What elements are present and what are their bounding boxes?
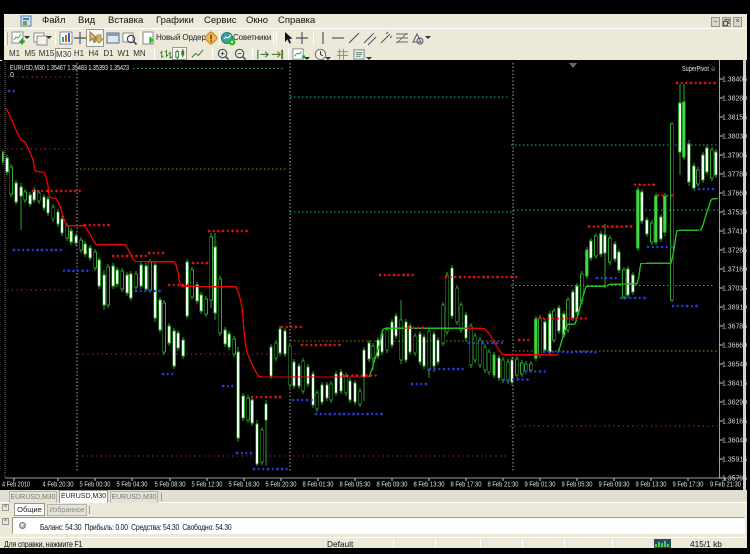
svg-text:1.37160: 1.37160: [722, 265, 747, 274]
svg-text:1.36660: 1.36660: [722, 341, 747, 350]
svg-text:4 Feb 20:30: 4 Feb 20:30: [43, 482, 74, 489]
svg-text:4 Feb 2010: 4 Feb 2010: [2, 482, 30, 489]
svg-text:1.37905: 1.37905: [722, 151, 747, 160]
svg-text:1.35915: 1.35915: [722, 455, 747, 464]
svg-text:9 Feb 01:30: 9 Feb 01:30: [525, 482, 556, 489]
svg-text:SuperPivot ☺: SuperPivot ☺: [682, 64, 716, 73]
svg-text:5 Feb 16:30: 5 Feb 16:30: [229, 482, 260, 489]
svg-text:8 Feb 17:30: 8 Feb 17:30: [451, 482, 482, 489]
svg-text:8 Feb 13:30: 8 Feb 13:30: [414, 482, 445, 489]
svg-text:1.37410: 1.37410: [722, 227, 747, 236]
svg-text:9 Feb 09:30: 9 Feb 09:30: [599, 482, 630, 489]
svg-text:1.36415: 1.36415: [722, 379, 747, 388]
svg-text:9 Feb 05:30: 9 Feb 05:30: [562, 482, 593, 489]
svg-text:1.37535: 1.37535: [722, 208, 747, 217]
svg-text:8 Feb 21:30: 8 Feb 21:30: [488, 482, 519, 489]
svg-text:1.37780: 1.37780: [722, 170, 747, 179]
svg-text:8 Feb 05:30: 8 Feb 05:30: [340, 482, 371, 489]
svg-text:8 Feb 09:30: 8 Feb 09:30: [377, 482, 408, 489]
svg-text:1.38030: 1.38030: [722, 132, 747, 141]
svg-text:1.38155: 1.38155: [722, 113, 747, 122]
svg-text:9 Feb 17:30: 9 Feb 17:30: [673, 482, 704, 489]
svg-text:1.37660: 1.37660: [722, 189, 747, 198]
svg-text:5 Feb 08:30: 5 Feb 08:30: [155, 482, 186, 489]
svg-text:1.36785: 1.36785: [722, 322, 747, 331]
svg-text:EURUSD,M30 1.35467 1.35483 1.: EURUSD,M30 1.35467 1.35483 1.35393 1.354…: [10, 63, 129, 72]
svg-text:1.36290: 1.36290: [722, 398, 747, 407]
svg-text:5 Feb 00:30: 5 Feb 00:30: [80, 482, 111, 489]
svg-text:5 Feb 12:30: 5 Feb 12:30: [192, 482, 223, 489]
svg-text:1.38280: 1.38280: [722, 94, 747, 103]
svg-text:9 Feb 21:30: 9 Feb 21:30: [710, 482, 741, 489]
svg-text:1.37285: 1.37285: [722, 246, 747, 255]
svg-text:9 Feb 13:30: 9 Feb 13:30: [636, 482, 667, 489]
svg-text:1.37035: 1.37035: [722, 284, 747, 293]
svg-text:1.36165: 1.36165: [722, 417, 747, 426]
svg-text:1.36910: 1.36910: [722, 303, 747, 312]
svg-text:5 Feb 20:30: 5 Feb 20:30: [266, 482, 297, 489]
svg-text:1.38405: 1.38405: [722, 75, 747, 84]
svg-text:0: 0: [10, 72, 14, 79]
svg-text:5 Feb 04:30: 5 Feb 04:30: [117, 482, 148, 489]
svg-text:1.36040: 1.36040: [722, 436, 747, 445]
svg-text:1.36540: 1.36540: [722, 360, 747, 369]
svg-text:8 Feb 01:30: 8 Feb 01:30: [303, 482, 334, 489]
